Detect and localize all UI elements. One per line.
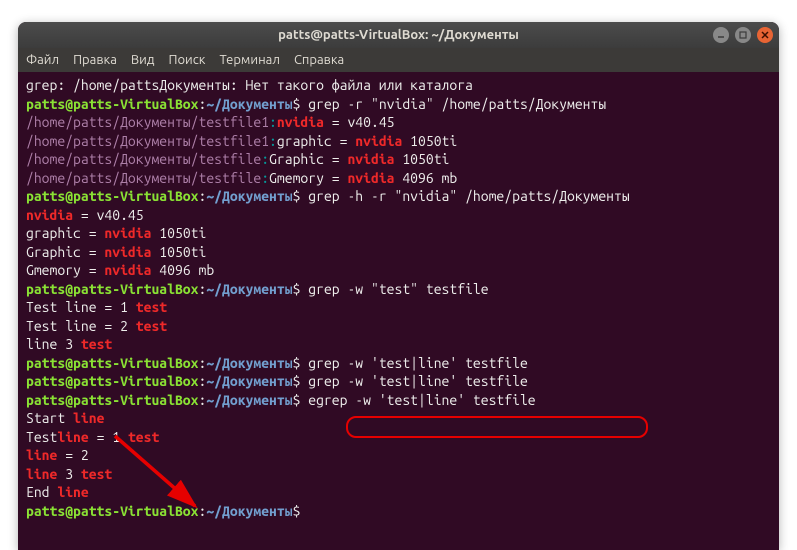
menu-terminal[interactable]: Терминал xyxy=(219,53,279,67)
terminal-line: Test line = 1 test xyxy=(26,298,771,317)
maximize-button[interactable] xyxy=(735,27,751,43)
prompt-dollar: $ xyxy=(293,355,301,371)
terminal-line: grep: /home/pattsДокументы: Нет такого ф… xyxy=(26,76,771,95)
command-text: grep -r "nvidia" /home/patts/Документы xyxy=(308,96,606,112)
prompt-cwd: ~/Документы xyxy=(206,392,292,408)
prompt-cwd: ~/Документы xyxy=(206,281,292,297)
terminal-line: /home/patts/Документы/testfile1:graphic … xyxy=(26,132,771,151)
terminal-line: patts@patts-VirtualBox:~/Документы$ grep… xyxy=(26,354,771,373)
command-text: grep -w 'test|line' testfile xyxy=(308,373,528,389)
prompt-user: patts@patts-VirtualBox xyxy=(26,96,198,112)
prompt-user: patts@patts-VirtualBox xyxy=(26,355,198,371)
grep-match: test xyxy=(81,466,112,482)
terminal-line: patts@patts-VirtualBox:~/Документы$ grep… xyxy=(26,280,771,299)
terminal-line: Testline = 1 test xyxy=(26,428,771,447)
grep-match: line xyxy=(26,447,57,463)
prompt-user: patts@patts-VirtualBox xyxy=(26,281,198,297)
grep-file: /home/patts/Документы/testfile xyxy=(26,151,261,167)
prompt-dollar: $ xyxy=(293,188,301,204)
terminal-line: patts@patts-VirtualBox:~/Документы$ grep… xyxy=(26,372,771,391)
terminal-line: End line xyxy=(26,483,771,502)
prompt-cwd: ~/Документы xyxy=(206,503,292,519)
window-title: patts@patts-VirtualBox: ~/Документы xyxy=(278,28,519,42)
terminal-line: patts@patts-VirtualBox:~/Документы$ grep… xyxy=(26,95,771,114)
grep-match: line xyxy=(26,466,57,482)
close-button[interactable] xyxy=(757,27,773,43)
terminal-line: line = 2 xyxy=(26,446,771,465)
prompt-cwd: ~/Документы xyxy=(206,188,292,204)
terminal-line: /home/patts/Документы/testfile:Graphic =… xyxy=(26,150,771,169)
terminal-line: line 3 test xyxy=(26,335,771,354)
prompt-cwd: ~/Документы xyxy=(206,96,292,112)
grep-match: line xyxy=(57,429,88,445)
prompt-user: patts@patts-VirtualBox xyxy=(26,392,198,408)
titlebar[interactable]: patts@patts-VirtualBox: ~/Документы xyxy=(18,22,779,48)
grep-match: nvidia xyxy=(277,114,324,130)
terminal-line: patts@patts-VirtualBox:~/Документы$ egre… xyxy=(26,391,771,410)
terminal-line: line 3 test xyxy=(26,465,771,484)
grep-match: line xyxy=(73,410,104,426)
command-text: grep -w "test" testfile xyxy=(308,281,488,297)
terminal-line: Graphic = nvidia 1050ti xyxy=(26,243,771,262)
grep-match: test xyxy=(128,429,159,445)
terminal-line: patts@patts-VirtualBox:~/Документы$ grep… xyxy=(26,187,771,206)
terminal-line: /home/patts/Документы/testfile1:nvidia =… xyxy=(26,113,771,132)
grep-match: nvidia xyxy=(26,207,73,223)
terminal-line: nvidia = v40.45 xyxy=(26,206,771,225)
menu-file[interactable]: Файл xyxy=(26,53,59,67)
grep-match: test xyxy=(81,336,112,352)
grep-match: test xyxy=(136,299,167,315)
command-text: egrep -w 'test|line' testfile xyxy=(308,392,535,408)
terminal-line: /home/patts/Документы/testfile:Gmemory =… xyxy=(26,169,771,188)
prompt-user: patts@patts-VirtualBox xyxy=(26,373,198,389)
prompt-user: patts@patts-VirtualBox xyxy=(26,188,198,204)
grep-file: /home/patts/Документы/testfile xyxy=(26,170,261,186)
menubar: Файл Правка Вид Поиск Терминал Справка xyxy=(18,48,779,72)
prompt-dollar: $ xyxy=(293,503,301,519)
menu-view[interactable]: Вид xyxy=(131,53,155,67)
grep-match: line xyxy=(57,484,88,500)
grep-match: nvidia xyxy=(104,225,151,241)
grep-match: nvidia xyxy=(355,133,402,149)
prompt-cwd: ~/Документы xyxy=(206,355,292,371)
grep-match: nvidia xyxy=(347,151,394,167)
terminal-content[interactable]: grep: /home/pattsДокументы: Нет такого ф… xyxy=(18,72,779,524)
menu-edit[interactable]: Правка xyxy=(73,53,117,67)
grep-file: /home/patts/Документы/testfile1 xyxy=(26,114,269,130)
prompt-dollar: $ xyxy=(293,392,301,408)
terminal-line: Test line = 2 test xyxy=(26,317,771,336)
terminal-line: Gmemory = nvidia 4096 mb xyxy=(26,261,771,280)
prompt-user: patts@patts-VirtualBox xyxy=(26,503,198,519)
command-text: grep -h -r "nvidia" /home/patts/Документ… xyxy=(308,188,629,204)
grep-match: nvidia xyxy=(347,170,394,186)
prompt-cwd: ~/Документы xyxy=(206,373,292,389)
window-controls xyxy=(713,27,773,43)
terminal-line: patts@patts-VirtualBox:~/Документы$ xyxy=(26,502,771,521)
prompt-dollar: $ xyxy=(293,281,301,297)
command-text: grep -w 'test|line' testfile xyxy=(308,355,528,371)
grep-match: test xyxy=(136,318,167,334)
grep-file: /home/patts/Документы/testfile1 xyxy=(26,133,269,149)
terminal-line: graphic = nvidia 1050ti xyxy=(26,224,771,243)
minimize-button[interactable] xyxy=(713,27,729,43)
terminal-window: patts@patts-VirtualBox: ~/Документы Файл… xyxy=(18,22,779,550)
grep-match: nvidia xyxy=(104,244,151,260)
menu-search[interactable]: Поиск xyxy=(168,53,205,67)
prompt-dollar: $ xyxy=(293,96,301,112)
grep-match: nvidia xyxy=(104,262,151,278)
prompt-dollar: $ xyxy=(293,373,301,389)
terminal-line: Start line xyxy=(26,409,771,428)
menu-help[interactable]: Справка xyxy=(294,53,344,67)
